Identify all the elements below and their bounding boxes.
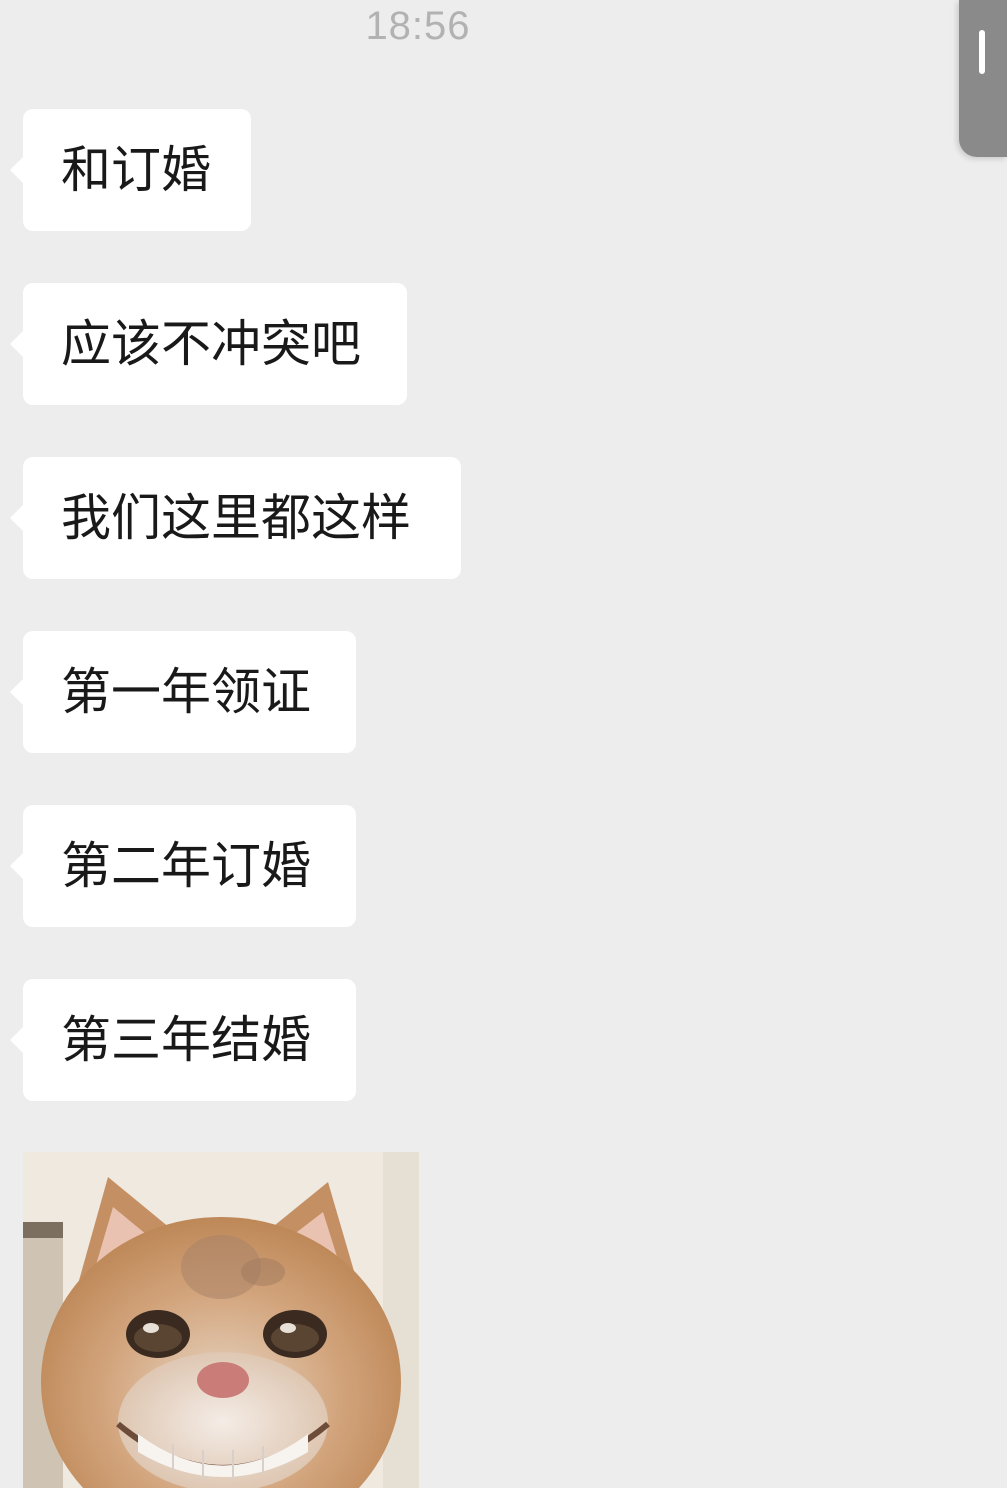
smiling-cat-icon bbox=[23, 1152, 419, 1488]
side-drawer-handle[interactable] bbox=[959, 0, 1007, 157]
cat-sticker-image[interactable] bbox=[23, 1152, 419, 1488]
chat-bubble-text: 第二年订婚 bbox=[61, 837, 311, 895]
chat-bubble[interactable]: 我们这里都这样 bbox=[10, 457, 461, 579]
chat-bubble[interactable]: 和订婚 bbox=[10, 109, 251, 231]
chat-bubble[interactable]: 第二年订婚 bbox=[10, 805, 356, 927]
grip-icon bbox=[979, 30, 985, 74]
chat-bubble[interactable]: 第一年领证 bbox=[10, 631, 356, 753]
chat-bubble[interactable]: 第三年结婚 bbox=[10, 979, 356, 1101]
chat-bubble-text: 第三年结婚 bbox=[61, 1011, 311, 1069]
message-timestamp: 18:56 bbox=[365, 4, 471, 48]
chat-bubble-text: 我们这里都这样 bbox=[61, 489, 411, 547]
chat-bubble-text: 第一年领证 bbox=[61, 663, 311, 721]
chat-bubble-text: 应该不冲突吧 bbox=[61, 315, 361, 373]
chat-bubble[interactable]: 应该不冲突吧 bbox=[10, 283, 407, 405]
chat-bubble-text: 和订婚 bbox=[61, 141, 211, 199]
